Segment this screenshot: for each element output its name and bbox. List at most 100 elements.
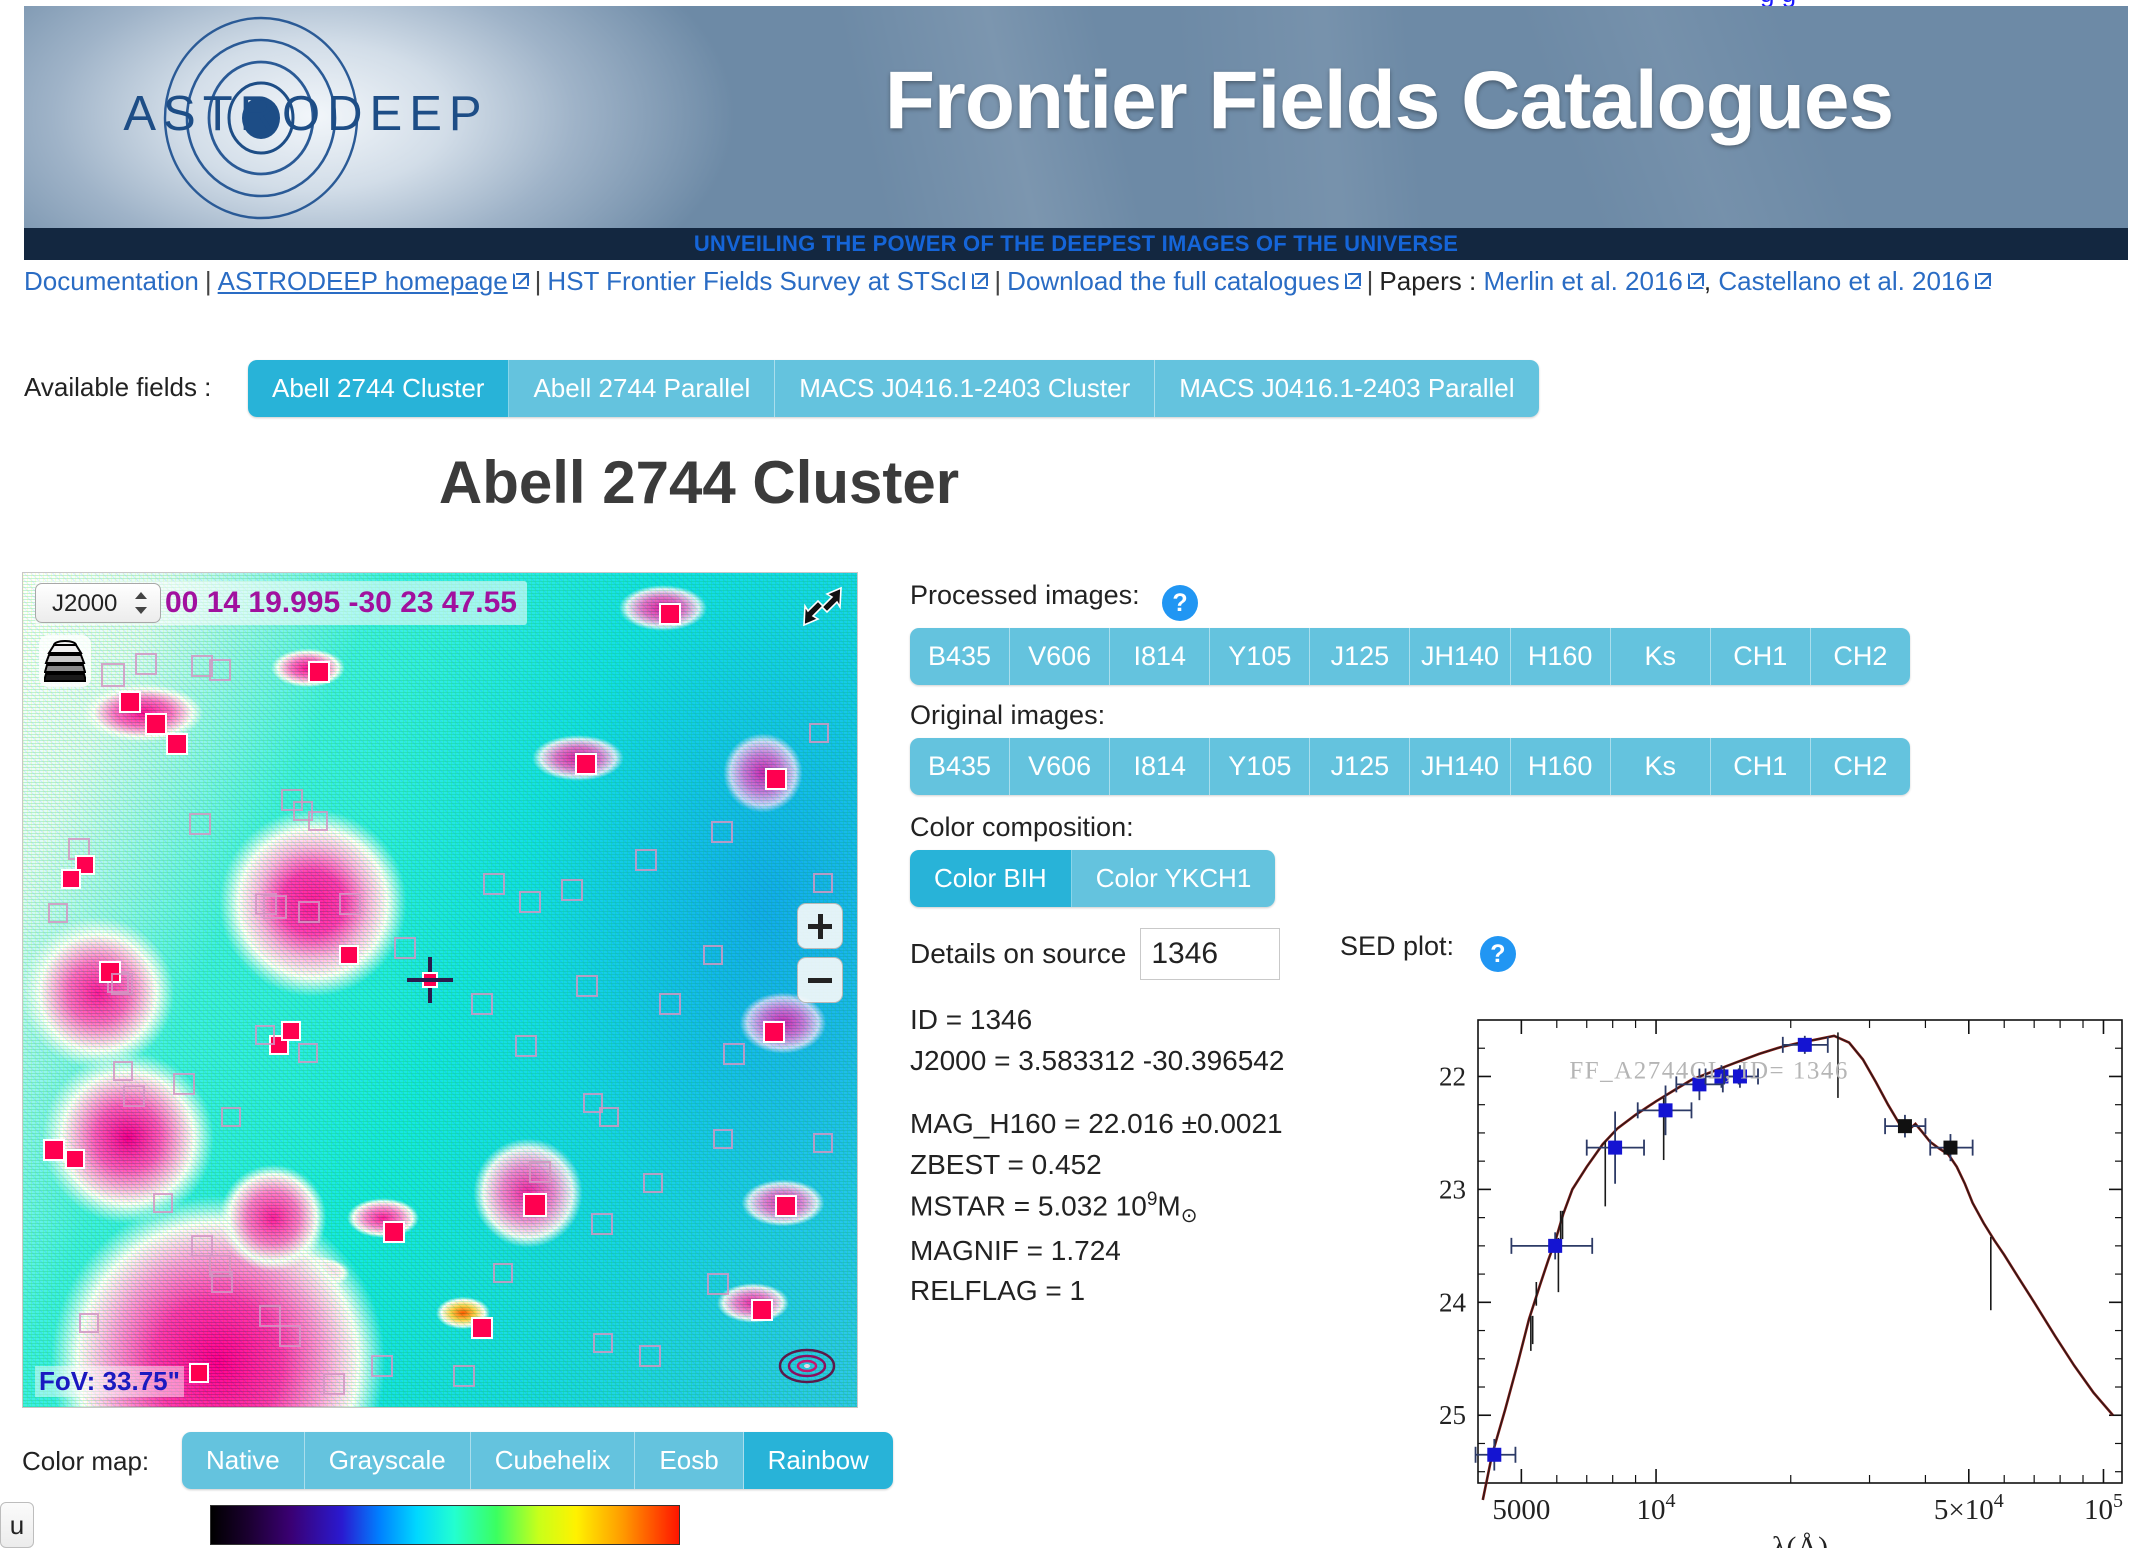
detection-box (79, 1313, 99, 1333)
zoom-in-button[interactable] (797, 903, 843, 949)
colormap-button-cubehelix[interactable]: Cubehelix (470, 1432, 636, 1489)
detection-box (643, 1173, 663, 1193)
zoom-out-button[interactable] (797, 957, 843, 1003)
detection-box (166, 733, 188, 755)
detection-box (123, 1085, 145, 1107)
banner-title: Frontier Fields Catalogues (884, 55, 1894, 146)
processed-band-jh140[interactable]: JH140 (1410, 628, 1511, 685)
detection-box (189, 813, 211, 835)
processed-band-b435[interactable]: B435 (910, 628, 1011, 685)
nav-link-astrodeep-homepage[interactable]: ASTRODEEP homepage (218, 266, 508, 296)
colormap-button-native[interactable]: Native (182, 1432, 305, 1489)
original-band-ks[interactable]: Ks (1610, 738, 1711, 795)
banner-tagline: UNVEILING THE POWER OF THE DEEPEST IMAGE… (24, 228, 2128, 260)
detection-box (101, 663, 125, 687)
detection-box (775, 1195, 797, 1217)
detection-box (221, 1107, 241, 1127)
processed-band-h160[interactable]: H160 (1510, 628, 1611, 685)
detection-box (639, 1345, 661, 1367)
field-button-macs-j0416-parallel[interactable]: MACS J0416.1-2403 Parallel (1155, 360, 1539, 417)
nav-link-merlin-2016[interactable]: Merlin et al. 2016 (1483, 266, 1682, 296)
original-images-label: Original images: (910, 700, 1106, 730)
original-band-b435[interactable]: B435 (910, 738, 1011, 795)
colormap-button-rainbow[interactable]: Rainbow (743, 1432, 893, 1489)
galaxy-thumbnail-icon (778, 1348, 836, 1384)
source-crosshair-marker (407, 957, 453, 1003)
mstar-suffix: M (1157, 1189, 1181, 1221)
svg-text:5000: 5000 (1492, 1494, 1550, 1526)
detection-box (339, 893, 361, 915)
colormap-label: Color map: (22, 1446, 150, 1476)
nav-link-documentation[interactable]: Documentation (24, 266, 199, 296)
nav-link-hst-frontier-fields[interactable]: HST Frontier Fields Survey at STScI (547, 266, 967, 296)
detection-box (279, 1325, 301, 1347)
color-composition-button-bih[interactable]: Color BIH (910, 850, 1072, 907)
field-button-abell-2744-cluster[interactable]: Abell 2744 Cluster (248, 360, 510, 417)
sed-plot-help-icon[interactable]: ? (1479, 936, 1516, 972)
detection-box (561, 879, 583, 901)
detection-box (711, 821, 733, 843)
detection-box (383, 1221, 405, 1243)
astrodeep-logo[interactable]: ASTRODEEP (46, 14, 546, 224)
detection-box (111, 973, 133, 995)
sky-image-viewer[interactable]: J2000 00 14 19.995 -30 23 47.55 FoV: 33.… (22, 572, 858, 1408)
detection-box (48, 903, 68, 923)
detection-box (191, 1235, 213, 1257)
available-fields-label: Available fields : (24, 372, 212, 402)
colormap-button-eosb[interactable]: Eosb (635, 1432, 744, 1489)
detection-box (371, 1355, 393, 1377)
processed-images-help-icon[interactable]: ? (1162, 585, 1199, 621)
detection-box (298, 1043, 318, 1063)
color-composition-button-ykch1[interactable]: Color YKCH1 (1071, 850, 1276, 907)
color-composition-buttons: Color BIH Color YKCH1 (910, 850, 1276, 907)
processed-band-i814[interactable]: I814 (1110, 628, 1211, 685)
source-id-input[interactable] (1140, 928, 1281, 980)
processed-band-ch1[interactable]: CH1 (1710, 628, 1811, 685)
detection-box (519, 891, 541, 913)
source-detail-zbest: ZBEST = 0.452 (910, 1148, 1102, 1180)
processed-band-v606[interactable]: V606 (1010, 628, 1111, 685)
field-of-view-label: FoV: 33.75" (35, 1366, 184, 1397)
detection-box (145, 713, 167, 735)
svg-text:24: 24 (1439, 1287, 1467, 1317)
original-band-y105[interactable]: Y105 (1210, 738, 1311, 795)
page-title: Abell 2744 Cluster (438, 449, 960, 516)
colormap-gradient-bar (210, 1505, 680, 1545)
details-on-source-label: Details on source (910, 938, 1127, 969)
external-link-icon (512, 273, 529, 289)
detection-box (635, 849, 657, 871)
fullscreen-icon[interactable] (801, 585, 843, 627)
detection-box (707, 1273, 729, 1295)
color-composition-label: Color composition: (910, 812, 1134, 842)
external-link-icon (1687, 273, 1704, 289)
original-band-ch1[interactable]: CH1 (1710, 738, 1811, 795)
original-band-j125[interactable]: J125 (1310, 738, 1411, 795)
field-button-abell-2744-parallel[interactable]: Abell 2744 Parallel (509, 360, 776, 417)
detection-box (65, 1149, 85, 1169)
original-band-ch2[interactable]: CH2 (1810, 738, 1910, 795)
processed-band-ch2[interactable]: CH2 (1810, 628, 1910, 685)
detection-box (308, 661, 330, 683)
detection-box (43, 1139, 65, 1161)
nav-link-download-catalogues[interactable]: Download the full catalogues (1007, 266, 1339, 296)
processed-band-ks[interactable]: Ks (1610, 628, 1711, 685)
processed-band-y105[interactable]: Y105 (1210, 628, 1311, 685)
original-band-i814[interactable]: I814 (1110, 738, 1211, 795)
detection-box (813, 1133, 833, 1153)
svg-text:5×104: 5×104 (1934, 1490, 2004, 1526)
original-band-h160[interactable]: H160 (1510, 738, 1611, 795)
zoom-controls (797, 903, 843, 1011)
sed-plot: 22 23 24 25 5000 104 5×104 105 λ(Å) FF_A2744CL, I… (1410, 998, 2150, 1548)
field-button-macs-j0416-cluster[interactable]: MACS J0416.1-2403 Cluster (775, 360, 1156, 417)
mstar-exponent: 9 (1146, 1188, 1158, 1210)
nav-link-castellano-2016[interactable]: Castellano et al. 2016 (1718, 266, 1970, 296)
colormap-button-grayscale[interactable]: Grayscale (304, 1432, 471, 1489)
corner-utility-button[interactable]: u (0, 1502, 34, 1548)
processed-band-j125[interactable]: J125 (1310, 628, 1411, 685)
original-band-jh140[interactable]: JH140 (1410, 738, 1511, 795)
detection-box (189, 1363, 209, 1383)
original-band-v606[interactable]: V606 (1010, 738, 1111, 795)
coordinate-system-select[interactable]: J2000 (35, 583, 161, 623)
layer-stack-icon[interactable] (39, 635, 91, 687)
svg-text:25: 25 (1439, 1400, 1466, 1430)
